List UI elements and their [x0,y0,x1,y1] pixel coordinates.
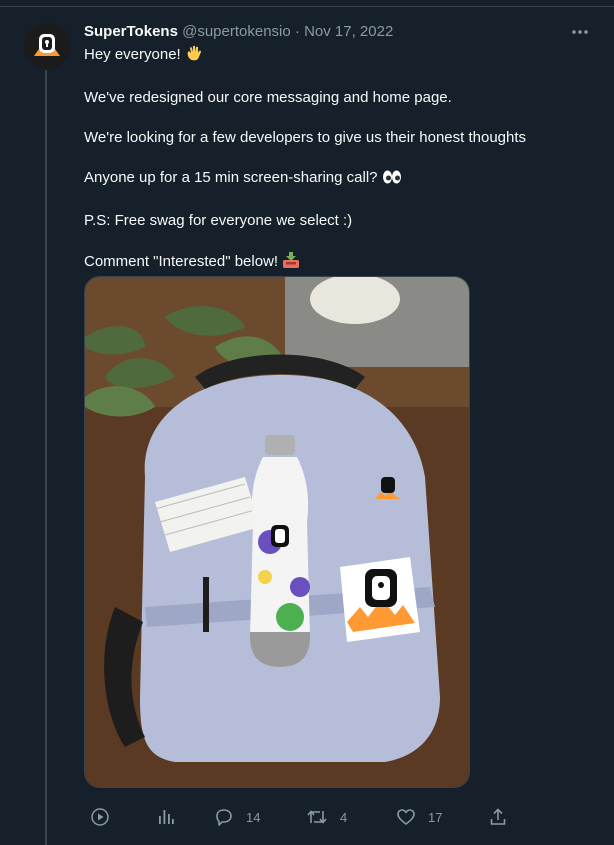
tweet-header: SuperTokens @supertokensio · Nov 17, 202… [84,22,393,42]
tweet-line: P.S: Free swag for everyone we select :) [84,211,594,231]
more-options-button[interactable] [566,22,594,42]
top-divider [0,0,614,7]
supertokens-logo-icon [24,23,70,69]
view-button[interactable] [90,804,110,830]
share-icon [490,808,506,825]
analytics-button[interactable] [156,804,176,830]
retweet-button[interactable]: 4 [306,804,347,830]
tweet-line: We're looking for a few developers to gi… [84,128,594,148]
like-button[interactable]: 17 [396,804,442,830]
waving-hand-emoji-icon [185,44,203,68]
tweet-line-text: Anyone up for a 15 min screen-sharing ca… [84,169,378,186]
inbox-tray-emoji-icon [282,251,300,275]
tweet-line: Comment "Interested" below! [84,251,594,275]
tweet-actions: 14 4 17 [84,804,514,830]
analytics-icon [159,810,174,824]
user-handle[interactable]: @supertokensio [182,23,291,40]
tweet-line: Hey everyone! [84,44,594,68]
display-name[interactable]: SuperTokens [84,23,178,40]
tweet-date[interactable]: Nov 17, 2022 [304,23,393,40]
separator-dot: · [294,23,300,40]
retweet-count: 4 [340,809,348,825]
eyes-emoji-icon [382,169,402,191]
tweet-photo[interactable] [84,276,470,788]
thread-connector-line [45,70,47,845]
tweet-line: Anyone up for a 15 min screen-sharing ca… [84,168,594,191]
heart-icon [397,809,415,825]
reply-icon [216,809,232,826]
reply-button[interactable]: 14 [214,804,260,830]
tweet-line-text: We're looking for a few developers to gi… [84,129,527,146]
retweet-icon [307,810,327,824]
tweet-line-text: P.S: Free swag for everyone we select :) [84,212,353,229]
more-dots-icon [572,30,588,34]
like-count: 17 [428,809,443,825]
share-button[interactable] [488,804,508,830]
tweet-line-text: Hey everyone! [84,46,181,63]
supertokens-sticker [340,557,420,642]
avatar[interactable] [24,23,70,69]
reply-count: 14 [246,809,261,825]
tweet-line-text: Comment "Interested" below! [84,253,279,270]
tweet-line-text: We've redesigned our core messaging and … [84,89,452,106]
play-circle-icon [91,808,109,826]
tweet-text: Hey everyone! We've redesigned our core … [84,44,594,295]
tweet-line: We've redesigned our core messaging and … [84,88,594,108]
swag-photo-illustration [85,277,469,787]
water-bottle [250,435,310,667]
